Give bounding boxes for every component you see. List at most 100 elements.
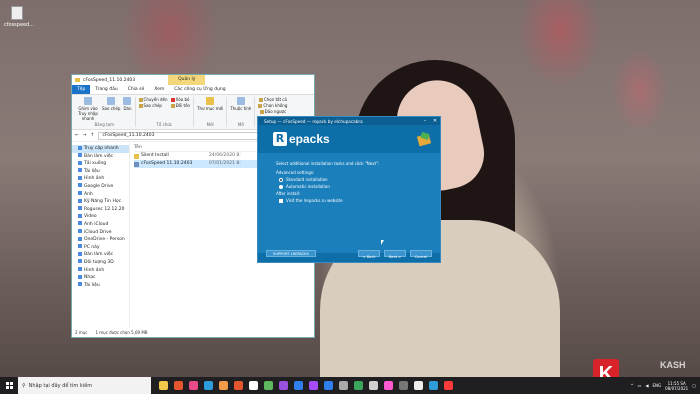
taskbar-app-icon[interactable] xyxy=(279,381,288,390)
taskbar-app-icon[interactable] xyxy=(309,381,318,390)
taskbar-app-icon[interactable] xyxy=(414,381,423,390)
ribbon-tabs: Tệp Trang đầu Chia sẻ Xem Các công cụ Ứn… xyxy=(72,85,314,94)
nav-item[interactable]: PC này xyxy=(72,244,129,252)
taskbar-app-icon[interactable] xyxy=(384,381,393,390)
select-all-icon xyxy=(258,98,263,102)
nav-item[interactable]: Ảnh iCloud xyxy=(72,221,129,229)
clipboard-label: Bảng tạm xyxy=(94,122,114,127)
taskbar-app-icon[interactable] xyxy=(219,381,228,390)
status-count: 2 mục xyxy=(75,330,88,335)
pin-button[interactable]: Ghim vào Truy nhập nhanh xyxy=(77,97,99,121)
copy-to-button[interactable]: Sao chép xyxy=(138,103,168,109)
forward-arrow-icon[interactable]: → xyxy=(83,133,87,138)
taskbar-app-icon[interactable] xyxy=(159,381,168,390)
minimize-icon[interactable]: – xyxy=(420,117,430,125)
visit-website-checkbox[interactable]: Visit the lrepacks.ru website xyxy=(279,198,422,203)
taskbar-app-icon[interactable] xyxy=(234,381,243,390)
nav-item[interactable]: Video xyxy=(72,213,129,221)
organize-label: Tổ chức xyxy=(156,122,173,127)
nav-item[interactable]: Hình ảnh xyxy=(72,175,129,183)
nav-item[interactable]: Rogusec 12.12.20 xyxy=(72,206,129,214)
tab-file[interactable]: Tệp xyxy=(72,85,91,94)
standard-install-radio[interactable]: Standard installation xyxy=(279,177,422,182)
taskbar-app-icon[interactable] xyxy=(204,381,213,390)
nav-item-label: PC này xyxy=(84,244,100,250)
nav-item[interactable]: Tài liệu xyxy=(72,282,129,290)
taskbar-app-icon[interactable] xyxy=(264,381,273,390)
nav-item-icon xyxy=(78,251,82,256)
taskbar-app-icon[interactable] xyxy=(354,381,363,390)
taskbar-app-icon[interactable] xyxy=(339,381,348,390)
taskbar-app-icon[interactable] xyxy=(444,381,453,390)
taskbar-app-icon[interactable] xyxy=(189,381,198,390)
taskbar-app-icon[interactable] xyxy=(294,381,303,390)
start-button[interactable] xyxy=(0,377,18,394)
nav-item[interactable]: Tài liệu xyxy=(72,168,129,176)
back-button[interactable]: < Back xyxy=(358,249,380,259)
taskbar-app-icon[interactable] xyxy=(324,381,333,390)
automatic-install-radio[interactable]: Automatic installation xyxy=(279,184,422,189)
tab-home[interactable]: Trang đầu xyxy=(90,85,122,94)
nav-item-icon xyxy=(78,236,82,241)
setup-footer: SUPPORT LREPACKS < Back Next > Cancel xyxy=(258,244,440,262)
taskbar-apps xyxy=(159,381,453,390)
nav-item[interactable]: Truy cập nhanh xyxy=(72,145,129,153)
taskbar-app-icon[interactable] xyxy=(369,381,378,390)
support-button[interactable]: SUPPORT LREPACKS xyxy=(266,249,316,257)
file-name: cFosSpeed 11.10.2403 xyxy=(141,161,193,166)
nav-item-label: Hình ảnh xyxy=(84,176,105,182)
nav-item[interactable]: Google Drive xyxy=(72,183,129,191)
tab-view[interactable]: Xem xyxy=(149,85,169,94)
volume-icon[interactable]: ◀ xyxy=(645,383,648,388)
logo-letter: R xyxy=(273,132,287,146)
copy-button[interactable]: Sao chép xyxy=(102,97,120,121)
notification-icon[interactable]: ▢ xyxy=(692,383,696,388)
network-icon[interactable]: ▭ xyxy=(638,383,642,388)
new-folder-button[interactable]: Thư mục mới xyxy=(197,97,223,111)
nav-item[interactable]: Bàn làm việc xyxy=(72,153,129,161)
copy-to-icon xyxy=(138,104,143,108)
desktop-icon-cfosspeed[interactable]: cfosspeed... xyxy=(4,6,34,28)
next-button[interactable]: Next > xyxy=(384,249,406,259)
tab-share[interactable]: Chia sẻ xyxy=(123,85,150,94)
nav-item-label: Truy cập nhanh xyxy=(84,146,119,151)
clock[interactable]: 11:55 SA 08/07/2021 xyxy=(665,381,688,391)
checkbox-icon xyxy=(279,198,283,203)
column-name[interactable]: Tên xyxy=(134,144,209,151)
rename-button[interactable]: Đổi tên xyxy=(170,103,190,109)
nav-item[interactable]: Ảnh xyxy=(72,191,129,199)
nav-item[interactable]: Tải xuống xyxy=(72,160,129,168)
rename-icon xyxy=(170,104,175,108)
nav-item-label: Ảnh xyxy=(84,191,93,197)
back-arrow-icon[interactable]: ← xyxy=(75,133,79,138)
taskbar-app-icon[interactable] xyxy=(429,381,438,390)
close-icon[interactable]: ✕ xyxy=(430,117,440,125)
desktop-wallpaper: cfosspeed... cFosSpeed_11.10.2403 Quản l… xyxy=(0,0,700,394)
nav-item[interactable]: Đối tượng 3D xyxy=(72,259,129,267)
context-tab-manage[interactable]: Quản lý xyxy=(168,75,206,85)
language-indicator[interactable]: ENG xyxy=(653,383,662,388)
nav-item[interactable]: iCloud Drive xyxy=(72,229,129,237)
chevron-up-icon[interactable]: ^ xyxy=(630,383,633,388)
taskbar-app-icon[interactable] xyxy=(399,381,408,390)
ribbon-group-organize: Chuyển đến Sao chép Xóa bỏ Đổi tên Tổ ch… xyxy=(136,97,195,127)
nav-item[interactable]: Bàn làm việc xyxy=(72,251,129,259)
nav-item[interactable]: Nhạc xyxy=(72,274,129,282)
cancel-button[interactable]: Cancel xyxy=(410,249,432,259)
nav-item-icon xyxy=(78,229,82,234)
properties-button[interactable]: Thuộc tính xyxy=(230,97,251,111)
nav-item[interactable]: Hình ảnh xyxy=(72,267,129,275)
exe-icon xyxy=(134,161,139,167)
taskbar-app-icon[interactable] xyxy=(249,381,258,390)
paste-button[interactable]: Dán xyxy=(123,97,132,121)
taskbar-search[interactable]: ⚲ Nhập tại đây để tìm kiếm xyxy=(18,377,151,394)
setup-header: R epacks xyxy=(258,125,440,153)
nav-item[interactable]: Kỹ Năng Tin Học xyxy=(72,198,129,206)
pin-icon xyxy=(84,97,92,105)
nav-item[interactable]: OneDrive - Person xyxy=(72,236,129,244)
address-path: cFosSpeed_11.10.2403 xyxy=(102,133,155,138)
invert-selection-button[interactable]: Đảo ngược xyxy=(259,109,286,115)
tab-app-tools[interactable]: Các công cụ Ứng dụng xyxy=(169,85,230,94)
taskbar-app-icon[interactable] xyxy=(174,381,183,390)
up-arrow-icon[interactable]: ↑ xyxy=(91,133,95,138)
